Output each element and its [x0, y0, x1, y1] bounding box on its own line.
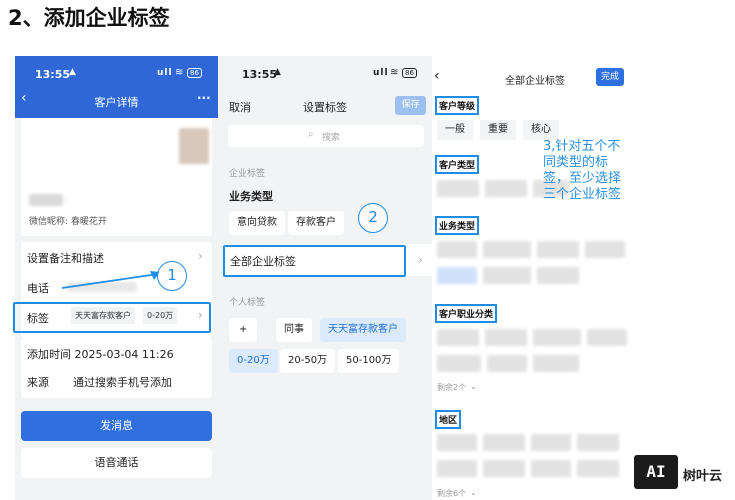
source-value: 通过搜索手机号添加	[73, 376, 172, 389]
chip-colleague[interactable]: 同事	[276, 318, 312, 342]
customer-detail-header: 13:55 ▲ ull ≋ 86 ‹ 客户详情 ···	[15, 56, 218, 118]
customer-name-redacted	[29, 194, 63, 206]
blurred-tags-region-2	[437, 460, 619, 477]
personal-tags-section-label: 个人标签	[229, 298, 266, 308]
battery-icon: 86	[402, 68, 417, 78]
wifi-icon: ≋	[390, 67, 399, 78]
person-icon: ▲	[274, 67, 281, 77]
chip-level-core[interactable]: 核心	[523, 120, 559, 140]
battery-icon: 86	[187, 68, 202, 78]
chip-tiantian-selected[interactable]: 天天富存款客户	[320, 318, 406, 342]
step-number-2: 2	[358, 203, 388, 233]
chevron-down-icon[interactable]: ⌄	[470, 488, 477, 497]
chip-20-50[interactable]: 20-50万	[280, 349, 336, 373]
category-customer-profession: 客户职业分类	[435, 304, 498, 323]
tags-row-highlight	[13, 302, 211, 333]
all-enterprise-tags-highlight	[223, 245, 406, 277]
search-placeholder: 搜索	[322, 133, 341, 143]
send-message-button[interactable]: 发消息	[21, 411, 212, 441]
blurred-tags-profession-2	[437, 355, 579, 372]
phone-row-label: 电话	[27, 282, 49, 295]
signal-icon: ull	[157, 68, 173, 78]
category-business-type: 业务类型	[435, 216, 480, 235]
avatar	[179, 128, 209, 164]
chevron-right-icon: ›	[418, 253, 423, 267]
brand-logo: AI	[634, 455, 678, 489]
chip-50-100[interactable]: 50-100万	[338, 349, 400, 373]
phone-set-tags: 13:55 ▲ ull ≋ 86 取消 设置标签 保存 ⌕ 搜索 企业标签 业务…	[218, 56, 432, 500]
category-region: 地区	[435, 410, 462, 429]
chip-intent-loan[interactable]: 意向贷款	[229, 211, 285, 235]
person-icon: ▲	[69, 67, 76, 77]
add-tag-button[interactable]: +	[229, 318, 258, 342]
chip-0-20-selected[interactable]: 0-20万	[229, 349, 278, 373]
search-icon: ⌕	[308, 129, 314, 140]
chevron-right-icon: ›	[198, 249, 203, 263]
meta-card: 添加时间 2025-03-04 11:26 来源 通过搜索手机号添加	[21, 338, 212, 398]
search-input[interactable]: ⌕ 搜索	[228, 125, 424, 147]
add-time: 添加时间 2025-03-04 11:26	[27, 348, 174, 361]
chip-level-important[interactable]: 重要	[480, 120, 516, 140]
blurred-tags-profession-1	[437, 329, 627, 346]
step-number-1: 1	[157, 261, 187, 291]
chip-deposit-customer[interactable]: 存款客户	[288, 211, 344, 235]
phone-all-enterprise-tags: ‹ 全部企业标签 完成 客户等级 一般 重要 核心 客户类型 业务类型 客户职业…	[432, 56, 638, 500]
voice-call-button[interactable]: 语音通话	[21, 448, 212, 478]
brand-name: 树叶云	[683, 469, 723, 484]
blurred-tags-business-type-1	[437, 241, 625, 258]
remaining-count-profession[interactable]: 剩余2个	[437, 382, 466, 393]
signal-icon: ull	[373, 68, 389, 78]
save-button[interactable]: 保存	[395, 96, 426, 115]
done-button[interactable]: 完成	[596, 68, 624, 86]
wifi-icon: ≋	[175, 67, 184, 78]
business-type-heading: 业务类型	[229, 190, 273, 203]
ellipsis-icon[interactable]: ···	[197, 91, 211, 105]
source-label: 来源	[27, 376, 49, 389]
wechat-nickname: 微信昵称: 春暖花开	[29, 217, 107, 227]
status-time: 13:55	[242, 68, 278, 81]
customer-profile-card: 微信昵称: 春暖花开	[21, 118, 212, 236]
arrow-annotation	[61, 271, 160, 289]
category-customer-level: 客户等级	[435, 96, 480, 115]
step-3-instruction: 3,针对五个不同类型的标签，至少选择三个企业标签	[543, 139, 622, 202]
remaining-count-region[interactable]: 剩余6个	[437, 488, 466, 499]
status-time: 13:55	[35, 68, 71, 81]
nav-title: 客户详情	[94, 96, 139, 109]
blurred-tags-region-1	[437, 434, 619, 451]
page-heading: 2、添加企业标签	[8, 6, 170, 30]
enterprise-tags-section-label: 企业标签	[229, 169, 266, 179]
chevron-down-icon[interactable]: ⌄	[470, 382, 477, 391]
category-customer-type: 客户类型	[435, 155, 480, 174]
blurred-tags-business-type-2	[437, 267, 579, 284]
chip-level-general[interactable]: 一般	[437, 120, 473, 140]
